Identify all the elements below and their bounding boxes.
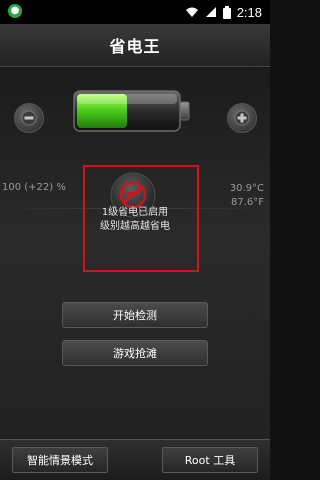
- minus-icon: [21, 110, 37, 126]
- title-bar: 省电王: [0, 24, 270, 67]
- root-tools-label: Root 工具: [184, 454, 236, 467]
- increase-level-button[interactable]: [227, 103, 257, 133]
- bottom-bar: 智能情景模式 Root 工具: [0, 439, 270, 480]
- power-saving-status: 1级省电已启用 级别越高越省电: [70, 206, 200, 234]
- battery-percent-text: 100 (+22) %: [2, 182, 66, 193]
- status-bar: ● 2:18: [0, 0, 270, 24]
- smart-mode-label: 智能情景模式: [27, 454, 93, 467]
- temperature-celsius: 30.9°C: [229, 183, 264, 194]
- game-rush-button[interactable]: 游戏抢滩: [62, 340, 208, 366]
- decrease-level-button[interactable]: [14, 103, 44, 133]
- plus-icon: [234, 110, 250, 126]
- signal-icon: [205, 7, 216, 17]
- wifi-icon: [185, 7, 198, 17]
- root-tools-button[interactable]: Root 工具: [162, 447, 258, 473]
- page-title: 省电王: [109, 37, 161, 56]
- start-check-button[interactable]: 开始检测: [62, 302, 208, 328]
- game-rush-label: 游戏抢滩: [113, 347, 157, 360]
- battery-icon: [222, 5, 231, 19]
- temperature-fahrenheit: 87.6°F: [230, 197, 264, 208]
- smart-mode-button[interactable]: 智能情景模式: [12, 447, 108, 473]
- status-time: 2:18: [236, 4, 262, 20]
- notification-icon: ●: [8, 4, 22, 18]
- temperature-readout: 30.9°C 87.6°F: [230, 182, 264, 210]
- status-icons: 2:18: [185, 3, 262, 21]
- power-saving-line-2: 级别越高越省电: [100, 221, 170, 232]
- power-saving-line-1: 1级省电已启用: [101, 207, 169, 218]
- main-panel: 100 (+22) % 30.9°C 87.6°F 1级省电已启用 级别越高越省…: [0, 67, 270, 439]
- battery-level-indicator: [73, 90, 190, 132]
- start-check-label: 开始检测: [113, 309, 157, 322]
